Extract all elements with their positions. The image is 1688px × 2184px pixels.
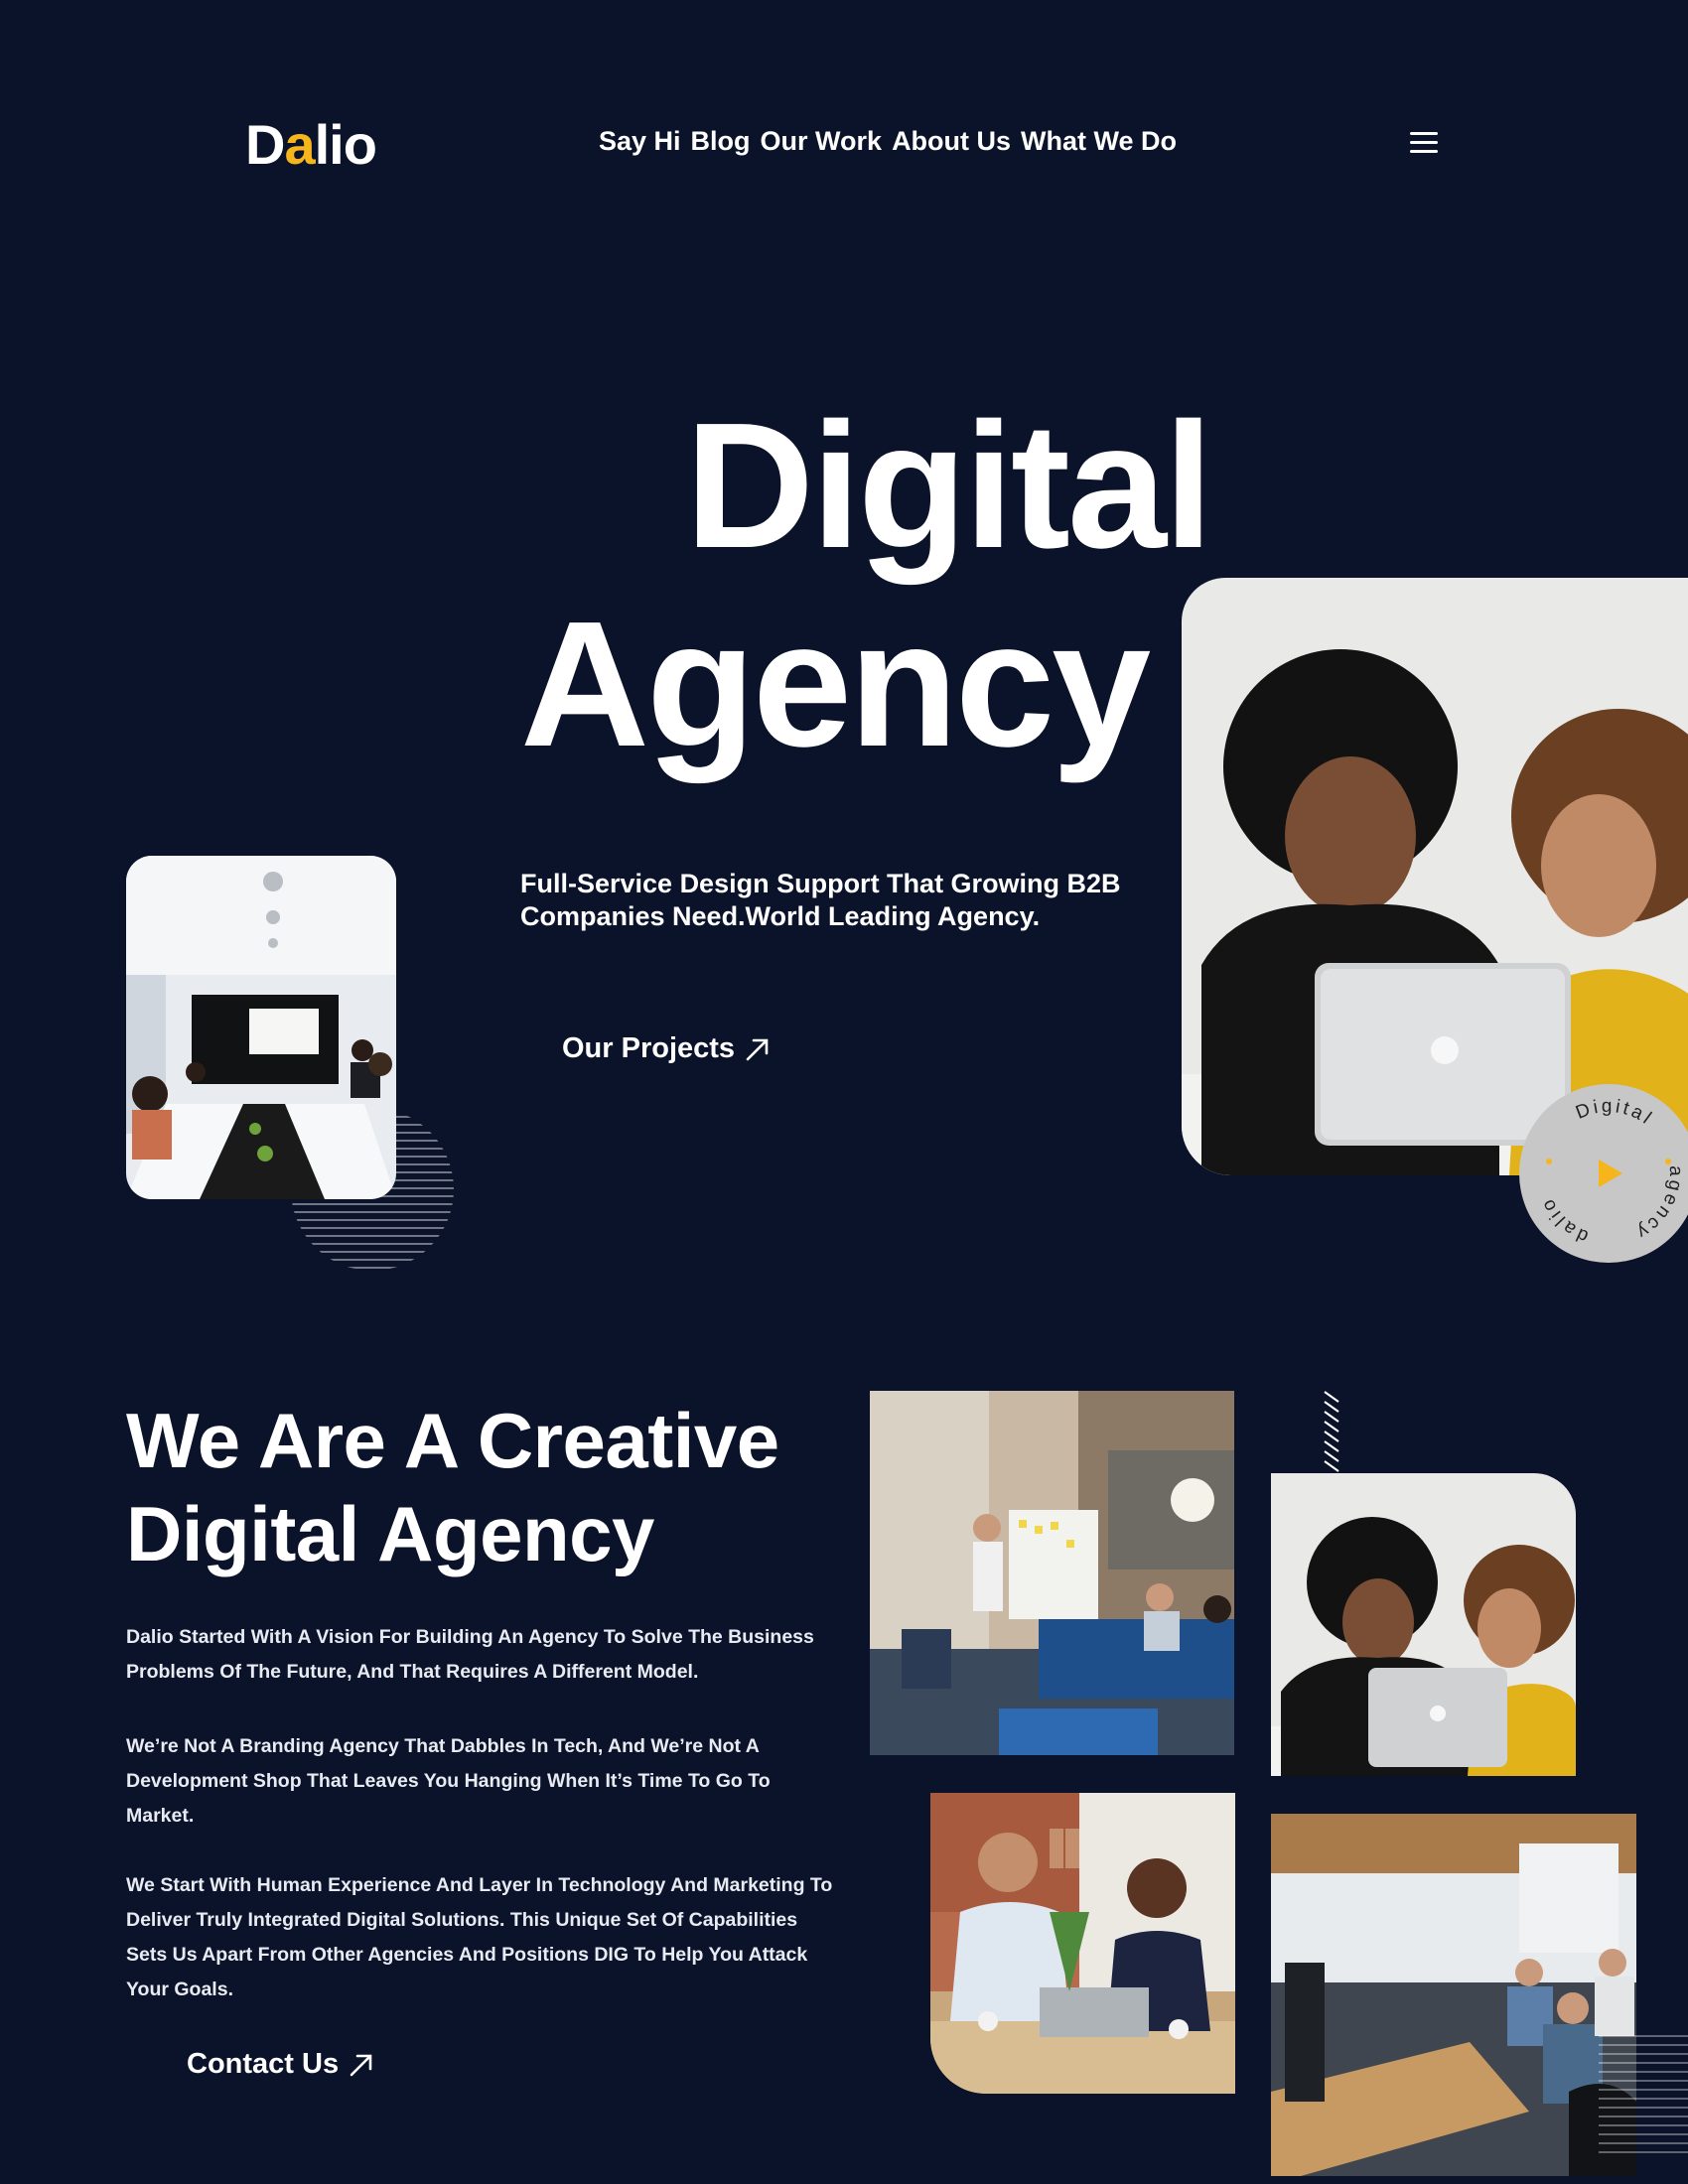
badge-text-right: agency — [1631, 1165, 1683, 1244]
high-five-photo — [930, 1793, 1235, 2094]
logo[interactable]: Dalio — [245, 117, 377, 173]
hero-title-line1: Digital — [685, 386, 1213, 586]
hero-title-line2: Agency — [520, 585, 1151, 784]
zigzag-decoration — [1324, 1391, 1339, 1472]
badge-text-top: Digital — [1573, 1096, 1654, 1130]
play-icon — [1599, 1160, 1622, 1187]
hero-subtitle: Full-Service Design Support That Growing… — [520, 869, 1121, 931]
page: Dalio Say Hi Blog Our Work About Us What… — [0, 0, 1688, 2184]
office-team-photo — [1271, 1814, 1636, 2176]
nav-item-blog[interactable]: Blog — [691, 126, 751, 157]
nav-item-what-we-do[interactable]: What We Do — [1021, 126, 1177, 157]
badge-text-left: dalio — [1536, 1193, 1588, 1247]
arrow-up-right-icon — [350, 2054, 372, 2076]
nav-item-about-us[interactable]: About Us — [892, 126, 1011, 157]
our-projects-label: Our Projects — [562, 1032, 736, 1064]
arrow-up-right-icon — [746, 1038, 769, 1060]
nav-item-say-hi[interactable]: Say Hi — [599, 126, 681, 157]
digital-agency-badge[interactable]: Digital agency dalio — [1519, 1084, 1688, 1263]
about-title-line1: We Are A Creative — [126, 1397, 779, 1484]
svg-text:agency: agency — [1631, 1165, 1686, 1244]
about-title-line2: Digital Agency — [126, 1490, 654, 1577]
about-paragraph-3: We Start With Human Experience And Layer… — [126, 1874, 833, 2000]
about-paragraph-2: We’re Not A Branding Agency That Dabbles… — [126, 1735, 771, 1827]
nav-item-our-work[interactable]: Our Work — [761, 126, 883, 157]
svg-text:dalio: dalio — [1536, 1193, 1591, 1247]
logo-suffix: lio — [314, 113, 377, 176]
striped-corner-decoration — [1599, 2035, 1688, 2154]
logo-accent: a — [284, 113, 315, 176]
contact-us-label: Contact Us — [187, 2048, 340, 2080]
meeting-room-photo — [126, 856, 396, 1199]
main-nav: Say Hi Blog Our Work About Us What We Do — [599, 126, 1177, 157]
about-title: We Are A Creative Digital Agency — [126, 1394, 881, 1580]
women-laptop-small-photo — [1271, 1473, 1576, 1776]
our-projects-button[interactable]: Our Projects — [562, 1032, 771, 1065]
hamburger-menu-icon[interactable] — [1410, 132, 1438, 156]
about-paragraph-1: Dalio Started With A Vision For Building… — [126, 1626, 814, 1683]
svg-text:Digital: Digital — [1573, 1096, 1657, 1130]
logo-prefix: D — [245, 113, 285, 176]
team-meeting-photo — [870, 1391, 1234, 1755]
contact-us-button[interactable]: Contact Us — [187, 2048, 374, 2081]
